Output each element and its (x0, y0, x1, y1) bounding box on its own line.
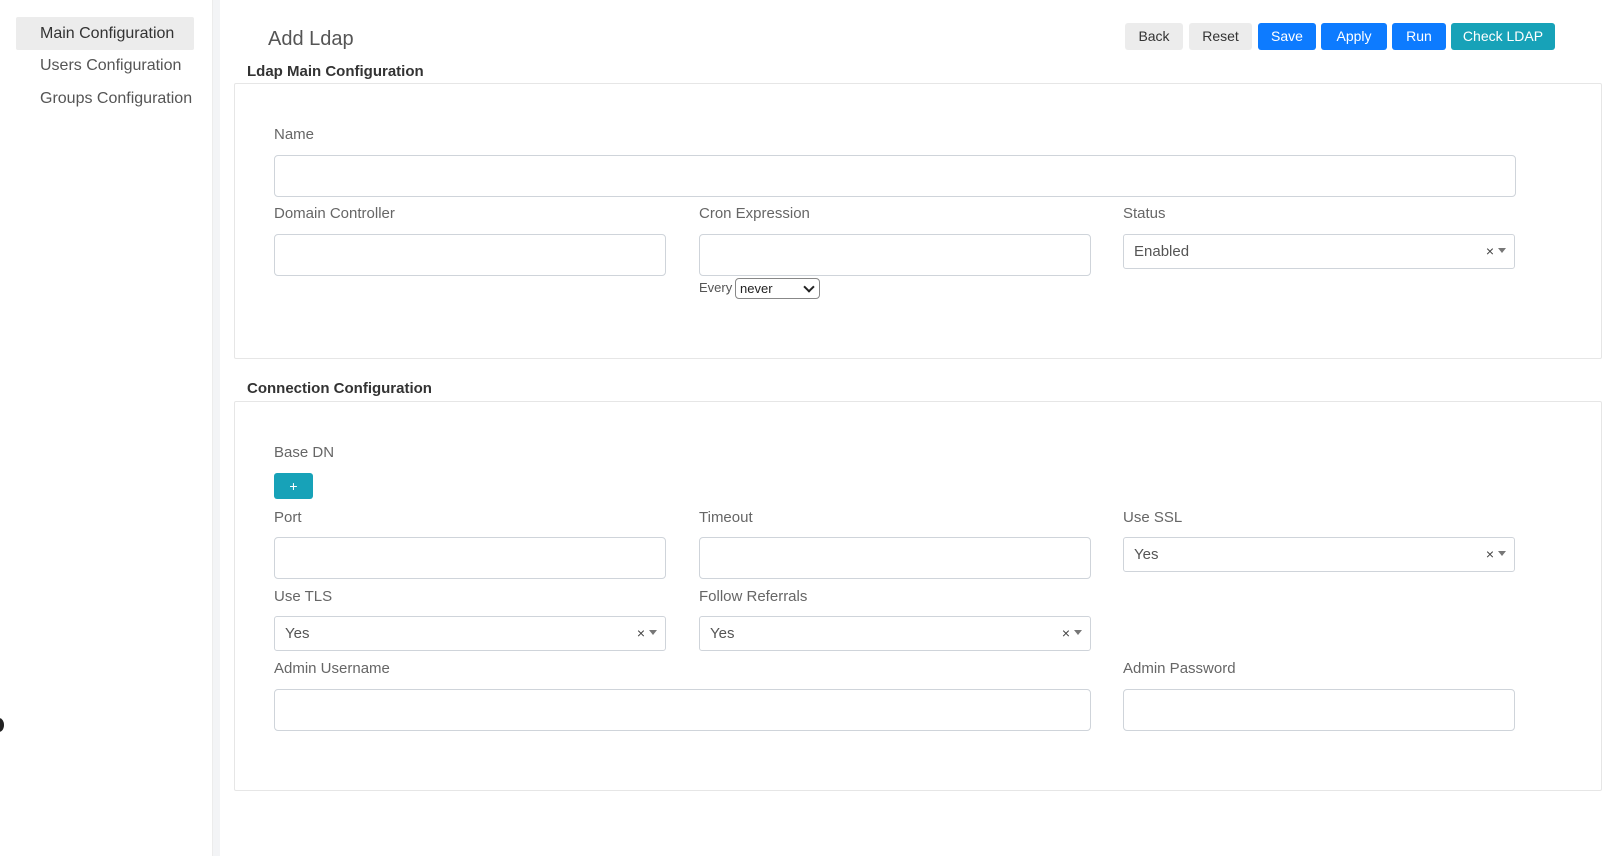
check-ldap-button[interactable]: Check LDAP (1451, 23, 1555, 50)
connection-config-card: Base DN + Port Timeout Use SSL Yes × Use… (234, 401, 1602, 791)
every-select-value: never (740, 281, 773, 296)
use-ssl-select-value: Yes (1134, 546, 1159, 563)
caret-down-icon (649, 630, 657, 635)
status-select-value: Enabled (1134, 243, 1190, 260)
cron-expression-input[interactable] (699, 234, 1091, 276)
clear-icon[interactable]: × (1486, 235, 1494, 268)
every-select[interactable]: never (735, 278, 820, 299)
port-label: Port (274, 509, 302, 526)
name-input[interactable] (274, 155, 1516, 197)
base-dn-label: Base DN (274, 444, 335, 461)
page-title: Add Ldap (268, 28, 354, 50)
main-content: Add Ldap Back Reset Save Apply Run Check… (220, 0, 1620, 856)
caret-down-icon (1498, 248, 1506, 253)
use-tls-select-value: Yes (285, 625, 310, 642)
chevron-down-icon (803, 281, 815, 293)
name-label: Name (274, 126, 315, 143)
save-button[interactable]: Save (1258, 23, 1316, 50)
run-button[interactable]: Run (1392, 23, 1446, 50)
sidebar-item-main-configuration[interactable]: Main Configuration (16, 17, 194, 50)
main-config-section-title: Ldap Main Configuration (247, 63, 424, 80)
timeout-input[interactable] (699, 537, 1091, 579)
status-label: Status (1123, 205, 1166, 222)
admin-password-label: Admin Password (1123, 660, 1236, 677)
timeout-label: Timeout (699, 509, 753, 526)
back-button[interactable]: Back (1125, 23, 1183, 50)
reset-button[interactable]: Reset (1189, 23, 1252, 50)
follow-referrals-select-value: Yes (710, 625, 735, 642)
admin-username-label: Admin Username (274, 660, 390, 677)
follow-referrals-select[interactable]: Yes × (699, 616, 1091, 651)
admin-password-input[interactable] (1123, 689, 1515, 731)
use-tls-label: Use TLS (274, 588, 333, 605)
sidebar-item-users-configuration[interactable]: Users Configuration (16, 49, 194, 82)
clear-icon[interactable]: × (1486, 538, 1494, 571)
clear-icon[interactable]: × (1062, 617, 1070, 650)
use-ssl-select[interactable]: Yes × (1123, 537, 1515, 572)
port-input[interactable] (274, 537, 666, 579)
main-config-card: Name Domain Controller Cron Expression E… (234, 83, 1602, 359)
caret-down-icon (1498, 551, 1506, 556)
apply-button[interactable]: Apply (1321, 23, 1387, 50)
add-base-dn-button[interactable]: + (274, 473, 313, 499)
follow-referrals-label: Follow Referrals (699, 588, 808, 605)
caret-down-icon (1074, 630, 1082, 635)
domain-controller-label: Domain Controller (274, 205, 395, 222)
use-tls-select[interactable]: Yes × (274, 616, 666, 651)
connection-config-section-title: Connection Configuration (247, 380, 432, 397)
cron-expression-label: Cron Expression (699, 205, 810, 222)
domain-controller-input[interactable] (274, 234, 666, 276)
admin-username-input[interactable] (274, 689, 1091, 731)
use-ssl-label: Use SSL (1123, 509, 1183, 526)
status-select[interactable]: Enabled × (1123, 234, 1515, 269)
sidebar: Main Configuration Users Configuration G… (0, 0, 213, 856)
sidebar-item-groups-configuration[interactable]: Groups Configuration (16, 82, 194, 115)
clear-icon[interactable]: × (637, 617, 645, 650)
every-label: Every (699, 280, 733, 295)
